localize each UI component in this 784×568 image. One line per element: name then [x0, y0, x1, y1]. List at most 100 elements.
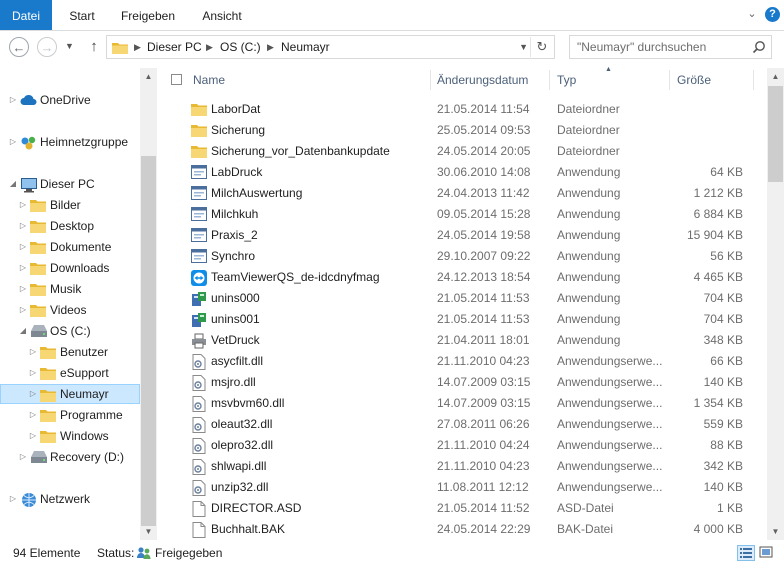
search-box[interactable] [569, 35, 772, 59]
nav-item-esupport[interactable]: ▷ eSupport [0, 363, 140, 383]
recent-locations-chevron-icon[interactable]: ▼ [65, 41, 74, 51]
file-row[interactable]: oleaut32.dll 27.08.2011 06:26 Anwendungser… [157, 414, 767, 435]
expand-arrow-icon[interactable]: ▷ [18, 279, 28, 299]
scroll-up-icon[interactable]: ▲ [767, 68, 784, 85]
nav-item-dokumente[interactable]: ▷ Dokumente [0, 237, 140, 257]
file-row[interactable]: DIRECTOR.ASD 21.05.2014 11:52 ASD-Datei 1 K… [157, 498, 767, 519]
nav-item-label: OS (C:) [50, 324, 91, 338]
help-icon[interactable]: ? [765, 7, 780, 22]
tab-file[interactable]: Datei [0, 0, 52, 30]
nav-item-programme[interactable]: ▷ Programme [0, 405, 140, 425]
file-row[interactable]: asycfilt.dll 21.11.2010 04:23 Anwendungser… [157, 351, 767, 372]
column-divider[interactable] [753, 70, 754, 90]
file-row[interactable]: MilchAuswertung 24.04.2013 11:42 Anwendung… [157, 183, 767, 204]
tab-share[interactable]: Freigeben [112, 0, 184, 30]
file-list-scrollbar[interactable]: ▲ ▼ [767, 68, 784, 540]
nav-item-desktop[interactable]: ▷ Desktop [0, 216, 140, 236]
up-arrow-icon[interactable]: ↑ [86, 38, 102, 56]
file-date: 21.11.2010 04:23 [437, 459, 530, 473]
nav-item-benutzer[interactable]: ▷ Benutzer [0, 342, 140, 362]
file-row[interactable]: VetDruck 21.04.2011 18:01 Anwendung 348 KB [157, 330, 767, 351]
nav-item-os-c[interactable]: ◢ OS (C:) [0, 321, 140, 341]
refresh-icon[interactable]: ↻ [530, 37, 553, 57]
file-row[interactable]: shlwapi.dll 21.11.2010 04:23 Anwendungserw… [157, 456, 767, 477]
breadcrumb-separator[interactable]: ▶ [134, 36, 141, 58]
expand-arrow-icon[interactable]: ▷ [8, 90, 18, 110]
large-icons-view-button[interactable] [758, 545, 776, 561]
expand-arrow-icon[interactable]: ▷ [28, 385, 38, 403]
file-row[interactable]: Buchhalt.BAK 24.05.2014 22:29 BAK-Datei 4 0… [157, 519, 767, 540]
breadcrumb-this-pc[interactable]: Dieser PC [147, 36, 202, 58]
file-row[interactable]: olepro32.dll 21.11.2010 04:24 Anwendungser… [157, 435, 767, 456]
breadcrumb-neumayr[interactable]: Neumayr [281, 36, 330, 58]
file-row[interactable]: Sicherung_vor_Datenbankupdate 24.05.2014 … [157, 141, 767, 162]
expand-arrow-icon[interactable]: ▷ [18, 447, 28, 467]
nav-item-netzwerk[interactable]: ▷ Netzwerk [0, 489, 140, 509]
scroll-down-icon[interactable]: ▼ [767, 523, 784, 540]
details-view-button[interactable] [737, 545, 755, 561]
nav-item-label: Windows [60, 429, 109, 443]
back-button[interactable]: ← [9, 37, 29, 57]
expand-arrow-icon[interactable]: ▷ [18, 195, 28, 215]
file-row[interactable]: msvbvm60.dll 14.07.2009 03:15 Anwendungser… [157, 393, 767, 414]
nav-item-videos[interactable]: ▷ Videos [0, 300, 140, 320]
file-row[interactable]: Praxis_2 24.05.2014 19:58 Anwendung 15 904 … [157, 225, 767, 246]
column-header-type[interactable]: Typ [557, 68, 669, 93]
file-row[interactable]: LabDruck 30.06.2010 14:08 Anwendung 64 KB [157, 162, 767, 183]
column-divider[interactable] [549, 70, 550, 90]
expand-arrow-icon[interactable]: ▷ [18, 300, 28, 320]
scrollbar-thumb[interactable] [141, 156, 156, 526]
expand-arrow-icon[interactable]: ▷ [28, 363, 38, 383]
forward-button[interactable]: → [37, 37, 57, 57]
expand-arrow-icon[interactable]: ▷ [18, 237, 28, 257]
expand-arrow-icon[interactable]: ▷ [8, 132, 18, 152]
collapse-arrow-icon[interactable]: ◢ [18, 321, 28, 341]
file-row[interactable]: msjro.dll 14.07.2009 03:15 Anwendungserwe.… [157, 372, 767, 393]
file-row[interactable]: Synchro 29.10.2007 09:22 Anwendung 56 KB [157, 246, 767, 267]
address-bar[interactable]: ▶ Dieser PC ▶ OS (C:) ▶ Neumayr ▼ ↻ [106, 35, 555, 59]
tab-start[interactable]: Start [56, 0, 108, 30]
nav-item-downloads[interactable]: ▷ Downloads [0, 258, 140, 278]
nav-item-windows[interactable]: ▷ Windows [0, 426, 140, 446]
nav-item-bilder[interactable]: ▷ Bilder [0, 195, 140, 215]
file-row[interactable]: unins000 21.05.2014 11:53 Anwendung 704 KB [157, 288, 767, 309]
address-dropdown-icon[interactable]: ▼ [519, 36, 528, 58]
scrollbar-thumb[interactable] [768, 86, 783, 182]
breadcrumb-separator[interactable]: ▶ [267, 36, 274, 58]
search-icon[interactable] [752, 40, 766, 57]
expand-ribbon-icon[interactable]: ⌄ [744, 6, 760, 22]
search-input[interactable] [570, 36, 747, 58]
file-row[interactable]: Milchkuh 09.05.2014 15:28 Anwendung 6 884 K… [157, 204, 767, 225]
column-divider[interactable] [669, 70, 670, 90]
nav-item-recovery-d[interactable]: ▷ Recovery (D:) [0, 447, 140, 467]
collapse-arrow-icon[interactable]: ◢ [8, 174, 18, 194]
expand-arrow-icon[interactable]: ▷ [28, 405, 38, 425]
nav-item-onedrive[interactable]: ▷ OneDrive [0, 90, 140, 110]
expand-arrow-icon[interactable]: ▷ [18, 258, 28, 278]
file-row[interactable]: unins001 21.05.2014 11:53 Anwendung 704 KB [157, 309, 767, 330]
column-header-name[interactable]: Name [193, 68, 429, 93]
file-row[interactable]: unzip32.dll 11.08.2011 12:12 Anwendungserw… [157, 477, 767, 498]
file-size: 342 KB [703, 459, 743, 473]
scroll-down-icon[interactable]: ▼ [140, 523, 157, 540]
navigation-pane-scrollbar[interactable]: ▲ ▼ [140, 68, 157, 540]
breadcrumb-os-c[interactable]: OS (C:) [220, 36, 261, 58]
scroll-up-icon[interactable]: ▲ [140, 68, 157, 85]
tab-view[interactable]: Ansicht [190, 0, 254, 30]
nav-item-heimnetzgruppe[interactable]: ▷ Heimnetzgruppe [0, 132, 140, 152]
expand-arrow-icon[interactable]: ▷ [18, 216, 28, 236]
expand-arrow-icon[interactable]: ▷ [8, 489, 18, 509]
column-header-date[interactable]: Änderungsdatum [437, 68, 549, 93]
nav-item-musik[interactable]: ▷ Musik [0, 279, 140, 299]
expand-arrow-icon[interactable]: ▷ [28, 342, 38, 362]
file-row[interactable]: TeamViewerQS_de-idcdnyfmag 24.12.2013 18:… [157, 267, 767, 288]
nav-item-dieser-pc[interactable]: ◢ Dieser PC [0, 174, 140, 194]
nav-item-neumayr[interactable]: ▷ Neumayr [0, 384, 140, 404]
breadcrumb-separator[interactable]: ▶ [206, 36, 213, 58]
file-row[interactable]: Sicherung 25.05.2014 09:53 Dateiordner [157, 120, 767, 141]
file-row[interactable]: LaborDat 21.05.2014 11:54 Dateiordner [157, 99, 767, 120]
select-all-checkbox[interactable] [171, 74, 182, 85]
expand-arrow-icon[interactable]: ▷ [28, 426, 38, 446]
column-header-size[interactable]: Größe [677, 68, 747, 93]
column-divider[interactable] [430, 70, 431, 90]
